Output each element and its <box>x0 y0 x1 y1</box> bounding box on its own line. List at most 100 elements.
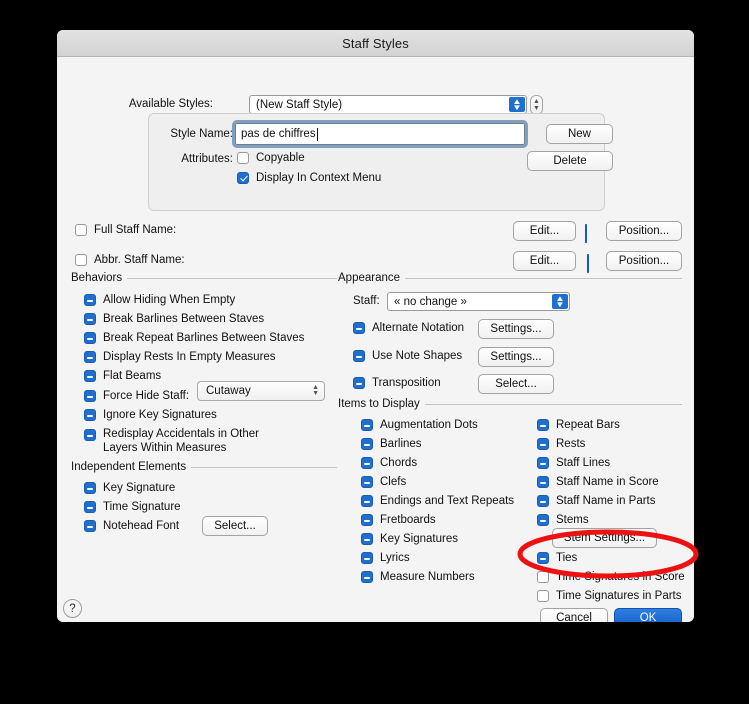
chevron-updown-icon[interactable]: ▲ ▼ <box>312 384 319 397</box>
available-styles-dropdown[interactable]: (New Staff Style) ▲ ▼ <box>249 95 527 114</box>
checkbox-box[interactable] <box>237 152 249 164</box>
checkbox-staff-lines[interactable]: Staff Lines <box>537 457 610 469</box>
checkbox-use-note-shapes[interactable]: Use Note Shapes <box>353 350 462 362</box>
checkbox-clefs[interactable]: Clefs <box>361 476 406 488</box>
checkbox-lyrics[interactable]: Lyrics <box>361 552 410 564</box>
checkbox-box[interactable] <box>361 552 373 564</box>
checkbox-box[interactable] <box>361 457 373 469</box>
abbr-staff-name-link-checkbox[interactable] <box>587 254 589 273</box>
checkbox-time-signatures-in-score[interactable]: Time Signatures in Score <box>537 571 685 583</box>
checkbox-abbr-staff-name[interactable]: Abbr. Staff Name: <box>75 254 185 266</box>
staff-dropdown[interactable]: « no change » ▲ ▼ <box>387 292 570 311</box>
checkbox-box[interactable] <box>84 409 96 421</box>
checkbox-augmentation-dots[interactable]: Augmentation Dots <box>361 419 478 431</box>
checkbox-box[interactable] <box>84 332 96 344</box>
checkbox-force-hide-staff[interactable]: Force Hide Staff: <box>84 390 189 402</box>
transposition-select-button[interactable]: Select... <box>478 374 554 394</box>
checkbox-box[interactable] <box>84 501 96 513</box>
checkbox-break-barlines-between-staves[interactable]: Break Barlines Between Staves <box>84 313 264 325</box>
checkbox-notehead-font[interactable]: Notehead Font <box>84 520 179 532</box>
checkbox-box[interactable] <box>84 294 96 306</box>
checkbox-label: Copyable <box>256 152 305 164</box>
checkbox-box[interactable] <box>353 377 365 389</box>
full-staff-name-edit-button[interactable]: Edit... <box>513 221 576 241</box>
checkbox-chords[interactable]: Chords <box>361 457 417 469</box>
checkbox-endings-and-text-repeats[interactable]: Endings and Text Repeats <box>361 495 514 507</box>
alternate-notation-settings-button[interactable]: Settings... <box>478 319 554 339</box>
checkbox-staff-name-in-score[interactable]: Staff Name in Score <box>537 476 659 488</box>
checkbox-transposition[interactable]: Transposition <box>353 377 441 389</box>
checkbox-measure-numbers[interactable]: Measure Numbers <box>361 571 475 583</box>
checkbox-box[interactable] <box>361 571 373 583</box>
checkbox-box[interactable] <box>75 254 87 266</box>
chevron-updown-icon[interactable]: ▲ ▼ <box>552 294 568 309</box>
force-hide-staff-dropdown[interactable]: Cutaway ▲ ▼ <box>197 381 325 401</box>
checkbox-allow-hiding-when-empty[interactable]: Allow Hiding When Empty <box>84 294 235 306</box>
abbr-staff-name-position-button[interactable]: Position... <box>606 251 682 271</box>
checkbox-box[interactable] <box>84 313 96 325</box>
checkbox-box[interactable] <box>84 351 96 363</box>
checkbox-box[interactable] <box>361 533 373 545</box>
checkbox-box[interactable] <box>353 350 365 362</box>
checkbox-display-rests-in-empty-measures[interactable]: Display Rests In Empty Measures <box>84 351 276 363</box>
checkbox-flat-beams[interactable]: Flat Beams <box>84 370 161 382</box>
ok-button[interactable]: OK <box>614 608 682 622</box>
checkbox-rests[interactable]: Rests <box>537 438 585 450</box>
checkbox-box[interactable] <box>75 224 87 236</box>
help-button[interactable]: ? <box>63 599 82 618</box>
checkbox-box[interactable] <box>537 457 549 469</box>
checkbox-barlines[interactable]: Barlines <box>361 438 422 450</box>
stem-settings-button[interactable]: Stem Settings... <box>552 528 657 548</box>
checkbox-box[interactable] <box>361 438 373 450</box>
checkbox-break-repeat-barlines-between-staves[interactable]: Break Repeat Barlines Between Staves <box>84 332 304 344</box>
delete-button[interactable]: Delete <box>527 151 613 171</box>
checkbox-time-signature[interactable]: Time Signature <box>84 501 181 513</box>
checkbox-ignore-key-signatures[interactable]: Ignore Key Signatures <box>84 409 217 421</box>
checkbox-label: Transposition <box>372 377 441 389</box>
new-button[interactable]: New <box>546 124 613 144</box>
checkbox-staff-name-in-parts[interactable]: Staff Name in Parts <box>537 495 656 507</box>
checkbox-box[interactable] <box>353 322 365 334</box>
checkbox-key-signatures[interactable]: Key Signatures <box>361 533 458 545</box>
checkbox-box[interactable] <box>84 429 96 441</box>
full-staff-name-position-button[interactable]: Position... <box>606 221 682 241</box>
checkbox-box[interactable] <box>537 476 549 488</box>
checkbox-copyable[interactable]: Copyable <box>237 152 305 164</box>
checkbox-box[interactable] <box>537 571 549 583</box>
checkbox-full-staff-name[interactable]: Full Staff Name: <box>75 224 176 236</box>
checkbox-stems[interactable]: Stems <box>537 514 589 526</box>
checkbox-redisplay-accidentals[interactable]: Redisplay Accidentals in Other Layers Wi… <box>84 428 288 455</box>
stepper-down-icon[interactable]: ▼ <box>533 105 540 112</box>
notehead-font-select-button[interactable]: Select... <box>202 516 268 536</box>
checkbox-box[interactable] <box>537 438 549 450</box>
cancel-button[interactable]: Cancel <box>540 608 608 622</box>
checkbox-box[interactable] <box>361 419 373 431</box>
checkbox-key-signature[interactable]: Key Signature <box>84 482 175 494</box>
checkbox-box[interactable] <box>84 370 96 382</box>
checkbox-box[interactable] <box>361 495 373 507</box>
full-staff-name-link-checkbox[interactable] <box>585 224 587 243</box>
checkbox-box[interactable] <box>237 172 249 184</box>
checkbox-repeat-bars[interactable]: Repeat Bars <box>537 419 620 431</box>
checkbox-display-in-context-menu[interactable]: Display In Context Menu <box>237 172 381 184</box>
checkbox-alternate-notation[interactable]: Alternate Notation <box>353 322 464 334</box>
checkbox-box[interactable] <box>537 495 549 507</box>
checkbox-box[interactable] <box>361 476 373 488</box>
chevron-updown-icon[interactable]: ▲ ▼ <box>509 97 525 112</box>
checkbox-box[interactable] <box>537 590 549 602</box>
checkbox-box[interactable] <box>84 482 96 494</box>
style-name-input[interactable]: pas de chiffres <box>235 123 525 145</box>
checkbox-box[interactable] <box>537 514 549 526</box>
checkbox-box[interactable] <box>361 514 373 526</box>
checkbox-fretboards[interactable]: Fretboards <box>361 514 436 526</box>
checkbox-box[interactable] <box>84 390 96 402</box>
abbr-staff-name-edit-button[interactable]: Edit... <box>513 251 576 271</box>
stepper-up-icon[interactable]: ▲ <box>533 98 540 105</box>
use-note-shapes-settings-button[interactable]: Settings... <box>478 347 554 367</box>
checkbox-box[interactable] <box>537 552 549 564</box>
checkbox-box[interactable] <box>537 419 549 431</box>
available-styles-stepper[interactable]: ▲ ▼ <box>530 95 543 115</box>
checkbox-time-signatures-in-parts[interactable]: Time Signatures in Parts <box>537 590 681 602</box>
checkbox-ties[interactable]: Ties <box>537 552 577 564</box>
checkbox-box[interactable] <box>84 520 96 532</box>
